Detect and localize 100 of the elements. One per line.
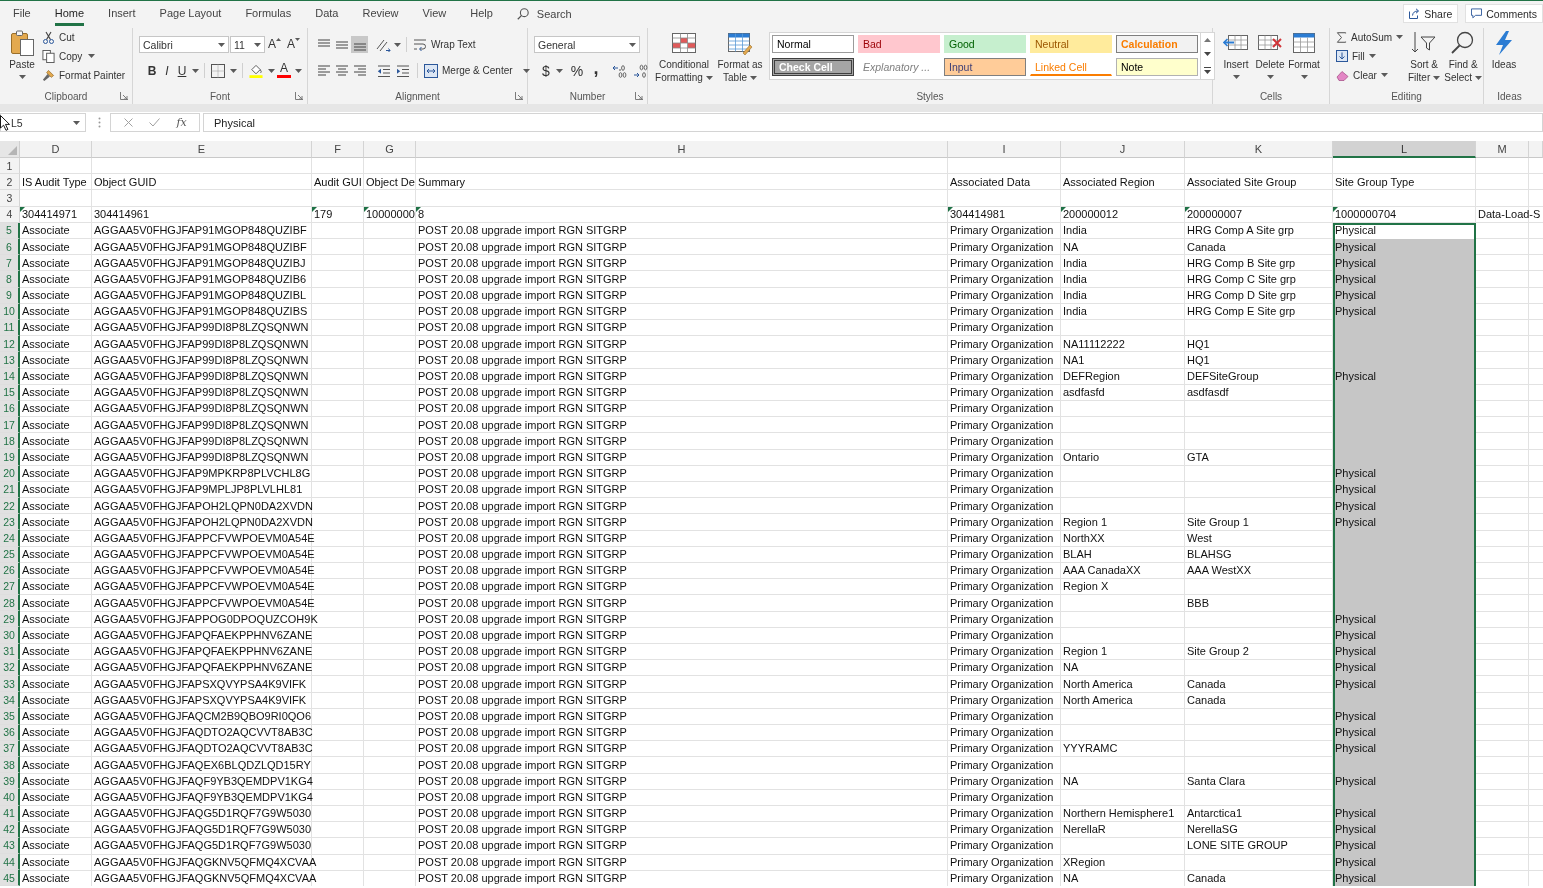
dialog-launcher-icon[interactable] xyxy=(515,92,523,100)
search-field[interactable]: Search xyxy=(516,1,572,26)
font-size-field[interactable]: 11 xyxy=(230,36,265,53)
align-left-button[interactable] xyxy=(315,62,332,79)
row-header[interactable]: 7 xyxy=(0,255,20,272)
conditional-formatting-button[interactable]: Conditional Formatting xyxy=(653,30,715,89)
site-group-text: AAA WestXX xyxy=(1187,564,1251,578)
fill-button[interactable]: Fill xyxy=(1336,47,1404,65)
cell-style-button[interactable]: Good xyxy=(944,35,1026,53)
currency-button[interactable]: $ xyxy=(539,62,553,79)
ideas-button[interactable]: Ideas xyxy=(1490,30,1518,89)
column-header[interactable]: I xyxy=(948,141,1061,158)
column-header[interactable]: E xyxy=(92,141,312,158)
comma-style-button[interactable]: , xyxy=(589,62,603,79)
ribbon-tab[interactable]: Review xyxy=(362,1,399,26)
ribbon-tab[interactable]: File xyxy=(13,1,31,26)
row-header[interactable]: 13 xyxy=(0,352,20,369)
column-header[interactable]: L xyxy=(1333,141,1476,158)
row-header[interactable]: 14 xyxy=(0,368,20,385)
cell-style-button[interactable]: Note xyxy=(1116,58,1198,76)
row-header[interactable]: 35 xyxy=(0,708,20,725)
row-header[interactable]: 24 xyxy=(0,530,20,547)
row-header[interactable]: 17 xyxy=(0,417,20,434)
row-header[interactable]: 28 xyxy=(0,595,20,612)
scroll-up-icon[interactable] xyxy=(1204,38,1211,43)
decrease-indent-button[interactable] xyxy=(375,62,393,79)
clear-button[interactable]: Clear xyxy=(1336,66,1404,84)
row-header[interactable]: 39 xyxy=(0,773,20,790)
row-header[interactable]: 34 xyxy=(0,692,20,709)
column-header[interactable]: J xyxy=(1061,141,1185,158)
italic-button[interactable]: I xyxy=(160,62,174,79)
row-header[interactable]: 29 xyxy=(0,611,20,628)
number-format-field[interactable]: General xyxy=(534,36,640,53)
ribbon-tab[interactable]: Formulas xyxy=(245,1,292,26)
row-header[interactable]: 18 xyxy=(0,433,20,450)
row-header[interactable]: 44 xyxy=(0,854,20,871)
grow-font-button[interactable]: A xyxy=(268,36,284,53)
cell-style-button[interactable]: Neutral xyxy=(1030,35,1112,53)
copy-button[interactable]: Copy xyxy=(42,47,126,65)
drag-handle-icon[interactable] xyxy=(98,117,101,128)
cut-button[interactable]: Cut xyxy=(42,28,126,46)
row-header[interactable]: 19 xyxy=(0,449,20,466)
column-header[interactable]: D xyxy=(20,141,92,158)
ribbon-tab[interactable]: Data xyxy=(315,1,339,26)
sort-filter-button[interactable]: Sort & Filter xyxy=(1405,30,1444,89)
column-header[interactable]: M xyxy=(1476,141,1529,158)
row-header[interactable]: 23 xyxy=(0,514,20,531)
insert-cells-button[interactable]: Insert xyxy=(1219,30,1253,89)
align-right-button[interactable] xyxy=(351,62,368,79)
comments-button[interactable]: Comments xyxy=(1465,4,1543,23)
guid-text: AGGAA5V0FHGJFAQF9YB3QEMDPV1KG4 xyxy=(94,790,313,804)
dialog-launcher-icon[interactable] xyxy=(120,92,128,100)
column-header[interactable]: F xyxy=(312,141,364,158)
format-painter-button[interactable]: Format Painter xyxy=(42,66,126,84)
align-center-button[interactable] xyxy=(333,62,350,79)
underline-button[interactable]: U xyxy=(175,62,189,79)
row-header[interactable]: 33 xyxy=(0,676,20,693)
row-header[interactable]: 45 xyxy=(0,870,20,887)
dialog-launcher-icon[interactable] xyxy=(635,92,643,100)
ribbon-tab[interactable]: Page Layout xyxy=(159,1,222,26)
row-header[interactable]: 8 xyxy=(0,271,20,288)
format-as-table-button[interactable]: Format as Table xyxy=(715,30,765,89)
column-header[interactable]: G xyxy=(364,141,416,158)
insert-function-button[interactable]: fx xyxy=(171,114,192,131)
more-icon[interactable] xyxy=(1204,66,1211,74)
find-select-button[interactable]: Find & Select xyxy=(1443,30,1484,89)
cell-style-button[interactable]: Normal xyxy=(772,35,854,53)
font-color-button[interactable]: A xyxy=(276,62,292,79)
ribbon-tab[interactable]: View xyxy=(422,1,447,26)
region-text: NA xyxy=(1063,240,1079,254)
decrease-decimal-button[interactable] xyxy=(631,62,651,79)
scroll-down-icon[interactable] xyxy=(1204,52,1211,57)
wrap-text-button[interactable]: Wrap Text xyxy=(411,36,478,53)
increase-indent-button[interactable] xyxy=(394,62,412,79)
autosum-button[interactable]: AutoSum xyxy=(1336,28,1404,46)
format-cells-button[interactable]: Format xyxy=(1287,30,1321,89)
cell-style-button[interactable]: Bad xyxy=(858,35,940,53)
row-header[interactable]: 40 xyxy=(0,789,20,806)
column-header[interactable]: K xyxy=(1185,141,1333,158)
column-header[interactable]: H xyxy=(416,141,948,158)
shrink-font-button[interactable]: A xyxy=(287,36,303,53)
row-header[interactable]: 30 xyxy=(0,627,20,644)
formula-input[interactable]: Physical xyxy=(203,113,1543,132)
cell-style-button[interactable]: Input xyxy=(944,58,1026,76)
dialog-launcher-icon[interactable] xyxy=(295,92,303,100)
row-header[interactable]: 1 xyxy=(0,158,20,175)
row-header[interactable]: 3 xyxy=(0,190,20,207)
delete-cells-button[interactable]: Delete xyxy=(1253,30,1287,89)
share-button[interactable]: Share xyxy=(1403,4,1459,23)
ribbon-tab[interactable]: Help xyxy=(470,1,493,26)
align-bottom-button[interactable] xyxy=(351,36,368,53)
font-name-field[interactable]: Calibri xyxy=(139,36,229,53)
bold-button[interactable]: B xyxy=(145,62,159,79)
ribbon-tab[interactable]: Insert xyxy=(108,1,136,26)
row-header[interactable]: 12 xyxy=(0,336,20,353)
percent-button[interactable]: % xyxy=(570,62,584,79)
merge-center-button[interactable]: Merge & Center xyxy=(422,62,532,79)
paste-button[interactable]: Paste xyxy=(8,30,36,89)
row-header[interactable]: 2 xyxy=(0,174,20,191)
borders-button[interactable] xyxy=(209,62,227,79)
